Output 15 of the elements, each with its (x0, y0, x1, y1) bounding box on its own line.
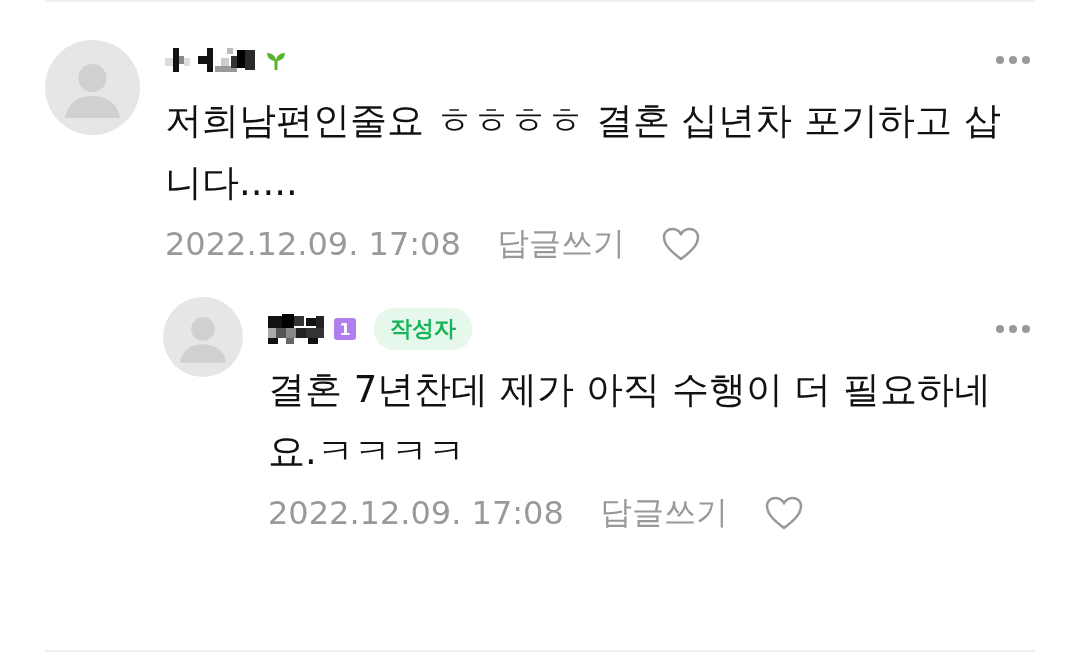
avatar-icon (163, 297, 243, 377)
more-icon[interactable] (995, 324, 1031, 334)
comment-text: 결혼 7년찬데 제가 아직 수행이 더 필요하네요.ㅋㅋㅋㅋ (268, 367, 993, 475)
author-tag: 작성자 (374, 308, 472, 350)
reply-link[interactable]: 답글쓰기 (496, 222, 625, 266)
more-icon[interactable] (995, 55, 1031, 65)
heart-icon[interactable] (660, 226, 701, 262)
comment-date: 2022.12.09. 17:08 (268, 494, 564, 532)
level-badge: 1 (334, 318, 356, 340)
comment-date: 2022.12.09. 17:08 (165, 225, 461, 263)
heart-icon[interactable] (763, 495, 804, 531)
comment-text: 저희남편인줄요 ㅎㅎㅎㅎ 결혼 십년차 포기하고 삽니다..... (165, 98, 1002, 206)
pixelated-name-drawing (268, 314, 324, 344)
avatar-icon (45, 40, 140, 135)
reply-link[interactable]: 답글쓰기 (599, 491, 728, 535)
